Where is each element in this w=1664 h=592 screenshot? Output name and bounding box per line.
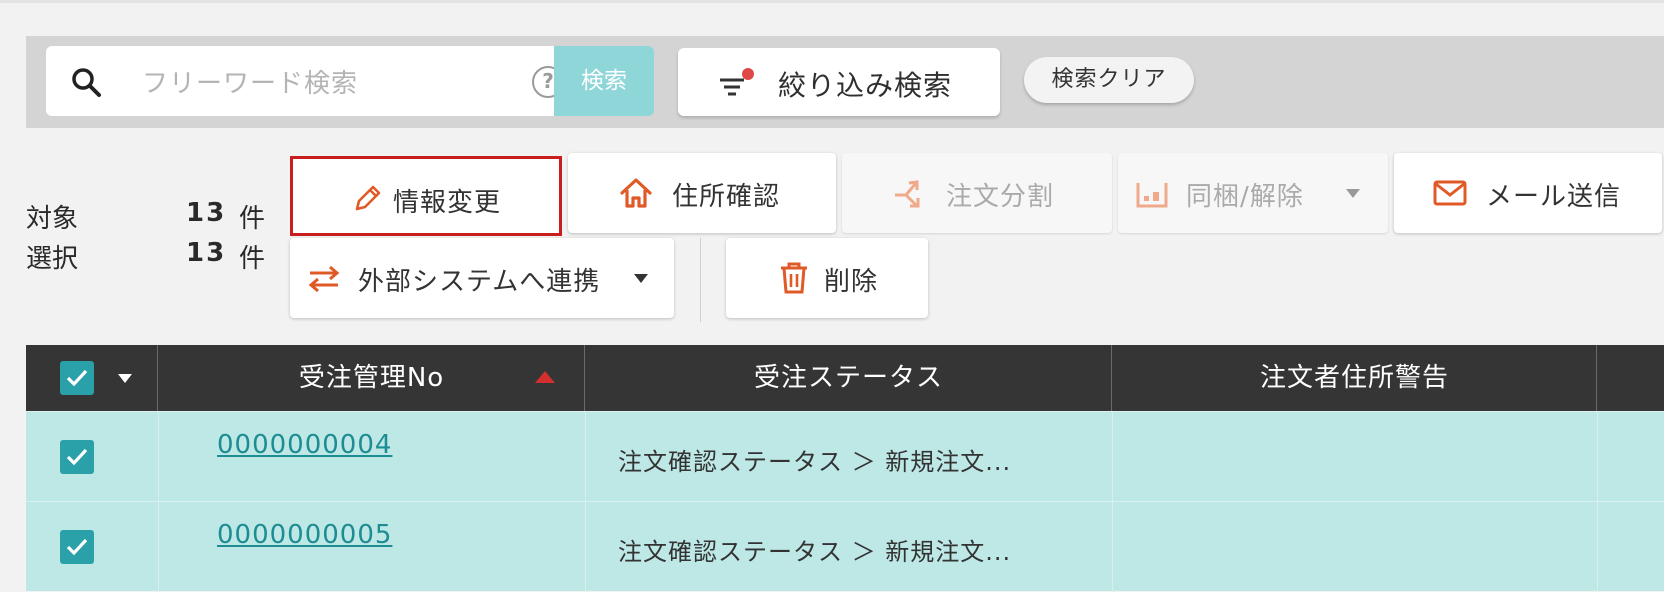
- check-icon: [66, 369, 88, 387]
- filter-search-label: 絞り込み検索: [778, 69, 953, 102]
- row-select-cell: [26, 412, 159, 502]
- column-header-address-warning[interactable]: 注文者住所警告: [1113, 345, 1597, 411]
- select-all-column: [26, 345, 158, 411]
- search-icon: [72, 68, 101, 97]
- clear-search-button[interactable]: 検索クリア: [1024, 57, 1194, 103]
- select-all-checkbox[interactable]: [60, 361, 94, 395]
- table-header: 受注管理No 受注ステータス 注文者住所警告: [26, 345, 1664, 411]
- send-mail-label: メール送信: [1486, 182, 1622, 212]
- selected-count-value: 13: [186, 238, 227, 268]
- search-input-wrapper[interactable]: フリーワード検索 ?: [46, 46, 564, 116]
- action-divider: [700, 238, 701, 322]
- target-count-unit: 件: [239, 204, 266, 234]
- order-no-cell: 0000000005: [159, 502, 586, 592]
- search-bar: フリーワード検索 ? 検索 絞り込み検索 検索クリア: [26, 36, 1664, 128]
- pencil-icon: [355, 185, 381, 211]
- order-status-text: 注文確認ステータス ＞ 新規注文...: [618, 538, 1012, 566]
- chevron-down-icon: [1346, 189, 1360, 198]
- delete-label: 削除: [824, 267, 879, 297]
- table-row[interactable]: 0000000004 注文確認ステータス ＞ 新規注文...: [26, 411, 1664, 502]
- order-no-link[interactable]: 0000000005: [217, 520, 392, 550]
- search-button[interactable]: 検索: [554, 46, 654, 116]
- row-checkbox[interactable]: [60, 440, 94, 474]
- mail-icon: [1433, 180, 1467, 206]
- split-order-label: 注文分割: [946, 182, 1055, 212]
- swap-arrows-icon: [308, 265, 340, 293]
- delete-button[interactable]: 削除: [726, 238, 928, 318]
- bundle-dropdown-button[interactable]: 同梱/解除: [1118, 153, 1388, 233]
- send-mail-button[interactable]: メール送信: [1394, 153, 1662, 233]
- filter-search-button[interactable]: 絞り込み検索: [678, 48, 1000, 116]
- address-warning-cell: [1113, 412, 1598, 502]
- selected-count-label: 選択: [26, 244, 79, 274]
- filter-icon: [720, 68, 754, 96]
- home-icon: [620, 178, 652, 208]
- split-order-button[interactable]: 注文分割: [842, 153, 1112, 233]
- trash-icon: [781, 262, 807, 294]
- external-link-dropdown-button[interactable]: 外部システムへ連携: [290, 238, 674, 318]
- status-cell: 注文確認ステータス ＞ 新規注文...: [586, 502, 1113, 592]
- target-count-value: 13: [186, 198, 227, 228]
- search-input[interactable]: フリーワード検索: [142, 63, 358, 100]
- bundle-icon: [1136, 183, 1168, 208]
- address-check-label: 住所確認: [672, 182, 781, 212]
- status-cell: 注文確認ステータス ＞ 新規注文...: [586, 412, 1113, 502]
- sort-ascending-icon: [535, 371, 555, 383]
- check-icon: [66, 448, 88, 466]
- edit-info-label: 情報変更: [393, 188, 502, 218]
- order-status-text: 注文確認ステータス ＞ 新規注文...: [618, 448, 1012, 476]
- address-warning-cell: [1113, 502, 1598, 592]
- chevron-down-icon: [634, 274, 648, 283]
- bundle-label: 同梱/解除: [1186, 182, 1304, 212]
- top-divider: [0, 0, 1664, 3]
- result-counts: 対象 13 件 選択 13 件: [26, 198, 266, 278]
- order-no-link[interactable]: 0000000004: [217, 430, 392, 460]
- table-row[interactable]: 0000000005 注文確認ステータス ＞ 新規注文...: [26, 501, 1664, 592]
- external-link-label: 外部システムへ連携: [358, 267, 601, 297]
- selected-count-unit: 件: [239, 244, 266, 274]
- address-check-button[interactable]: 住所確認: [568, 153, 836, 233]
- target-count-label: 対象: [26, 204, 79, 234]
- select-menu-chevron-icon[interactable]: [118, 374, 132, 383]
- orders-table: 受注管理No 受注ステータス 注文者住所警告 0000000004 注文確認ステ…: [26, 345, 1664, 592]
- column-header-order-status[interactable]: 受注ステータス: [586, 345, 1112, 411]
- split-arrow-icon: [895, 180, 920, 208]
- edit-info-button[interactable]: 情報変更: [290, 156, 562, 236]
- row-select-cell: [26, 502, 159, 592]
- column-header-order-no[interactable]: 受注管理No: [159, 345, 585, 411]
- order-no-cell: 0000000004: [159, 412, 586, 502]
- row-checkbox[interactable]: [60, 530, 94, 564]
- check-icon: [66, 538, 88, 556]
